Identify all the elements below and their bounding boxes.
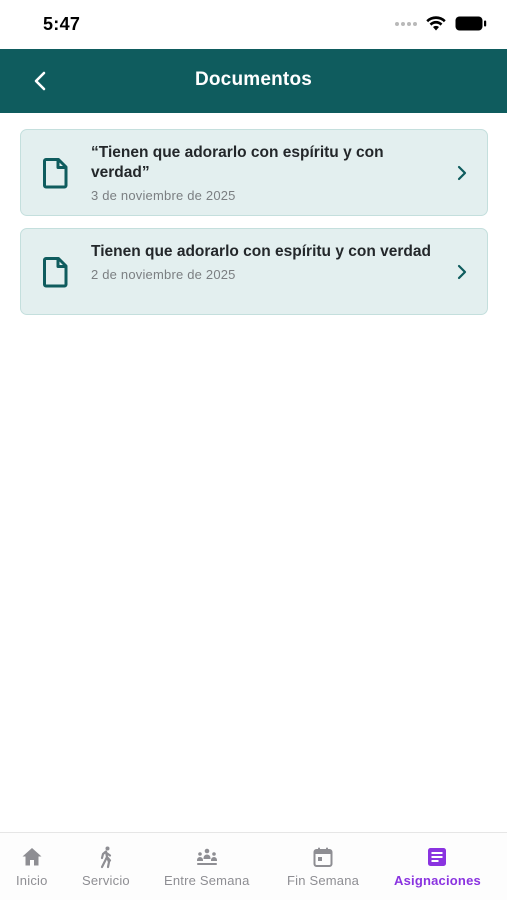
chevron-right-icon <box>457 165 467 181</box>
tab-label: Asignaciones <box>394 873 481 888</box>
tab-label: Servicio <box>82 873 130 888</box>
cellular-signal-icon <box>395 21 417 26</box>
tab-label: Inicio <box>16 873 48 888</box>
app-header: Documentos <box>0 49 507 113</box>
tab-servicio[interactable]: Servicio <box>82 845 130 888</box>
tab-entre-semana[interactable]: Entre Semana <box>164 845 250 888</box>
document-list: “Tienen que adorarlo con espíritu y con … <box>20 129 488 327</box>
chevron-right-icon <box>457 264 467 280</box>
page-title: Documentos <box>194 69 313 90</box>
tab-bar: Inicio Servicio Entre Semana Fin Semana <box>0 832 507 900</box>
document-date: 3 de noviembre de 2025 <box>91 188 236 203</box>
document-icon <box>43 158 68 189</box>
people-group-icon <box>196 848 217 865</box>
document-card[interactable]: “Tienen que adorarlo con espíritu y con … <box>20 129 488 216</box>
tab-fin-semana[interactable]: Fin Semana <box>287 845 359 888</box>
tab-label: Entre Semana <box>164 873 250 888</box>
status-time: 5:47 <box>43 14 81 34</box>
document-title: Tienen que adorarlo con espíritu y con v… <box>91 243 431 260</box>
tab-inicio[interactable]: Inicio <box>16 845 48 888</box>
calendar-icon <box>313 847 333 867</box>
battery-icon <box>455 16 487 31</box>
document-icon <box>43 257 68 288</box>
document-text: Tienen que adorarlo con espíritu y con v… <box>91 242 441 282</box>
document-title: “Tienen que adorarlo con espíritu y con … <box>91 144 384 181</box>
status-bar: 5:47 <box>0 0 507 49</box>
document-date: 2 de noviembre de 2025 <box>91 267 236 282</box>
walking-person-icon <box>100 846 112 869</box>
status-icons <box>395 16 487 31</box>
tab-asignaciones[interactable]: Asignaciones <box>394 845 481 888</box>
tab-label: Fin Semana <box>287 873 360 888</box>
document-text: “Tienen que adorarlo con espíritu y con … <box>91 143 441 203</box>
wifi-icon <box>426 16 446 31</box>
assignments-icon <box>428 848 447 866</box>
home-icon <box>22 848 42 866</box>
document-card[interactable]: Tienen que adorarlo con espíritu y con v… <box>20 228 488 315</box>
